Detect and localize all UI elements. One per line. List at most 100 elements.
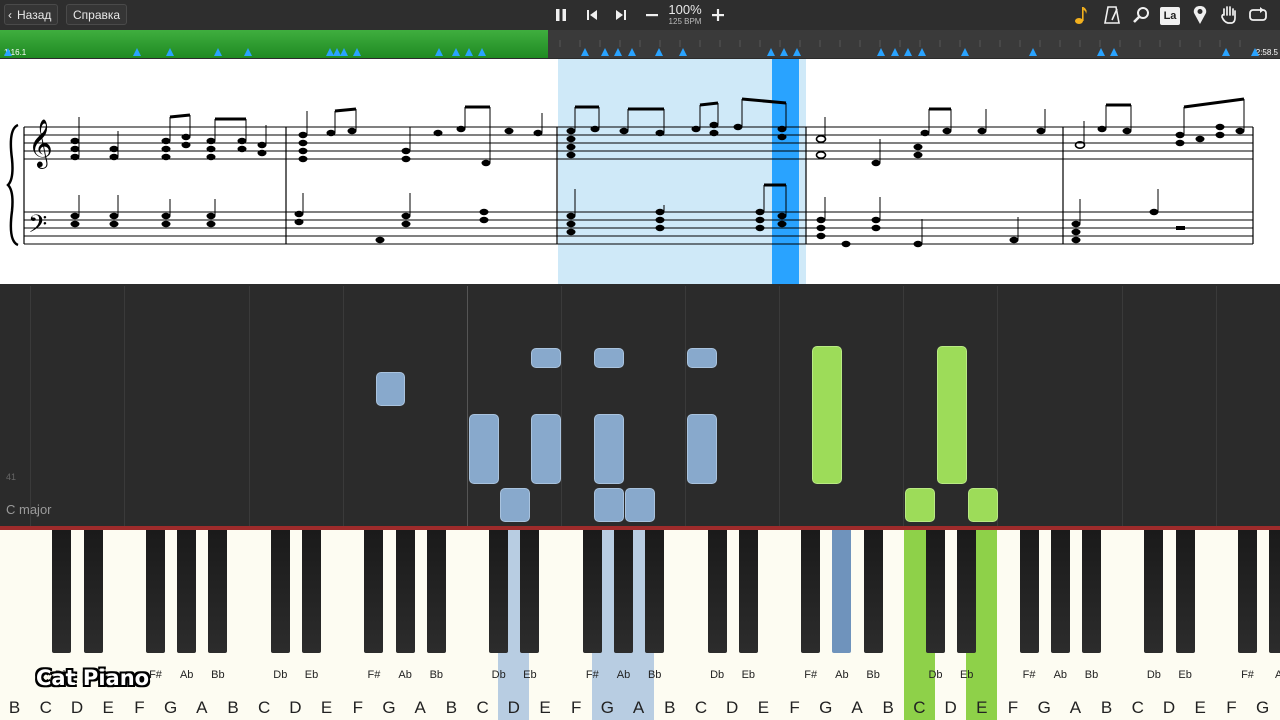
key-label: Ab xyxy=(1053,669,1068,681)
black-key-bb[interactable]: Bb xyxy=(1082,530,1101,681)
pause-icon xyxy=(556,9,566,21)
black-key-ab[interactable]: Ab xyxy=(395,530,415,681)
falling-note xyxy=(531,348,561,368)
key-label: B xyxy=(1100,698,1113,717)
black-key-ab[interactable]: Ab xyxy=(177,530,197,681)
falling-note xyxy=(376,372,405,406)
key-label: F xyxy=(789,698,800,717)
key-label: D xyxy=(507,698,520,717)
falling-note xyxy=(687,414,717,484)
key-label: C xyxy=(694,698,708,717)
key-label: B xyxy=(227,698,239,717)
key-label: A xyxy=(632,698,645,717)
roll-gridline xyxy=(249,286,250,526)
black-key-fsharp[interactable]: F# xyxy=(1019,530,1039,681)
faster-button[interactable] xyxy=(706,3,730,27)
key-label: E xyxy=(976,698,988,717)
sheet-music: 𝄞 𝄢 xyxy=(6,59,1254,284)
black-key-db[interactable]: Db xyxy=(270,530,290,681)
key-label: Db xyxy=(491,669,506,681)
black-key-db[interactable]: Db xyxy=(926,530,945,681)
black-key-bb[interactable]: Bb xyxy=(208,530,228,681)
la-button[interactable]: La xyxy=(1158,3,1182,27)
black-key-fsharp[interactable]: F# xyxy=(364,530,384,681)
key-label: Bb xyxy=(1084,669,1099,681)
black-key-eb[interactable]: Eb xyxy=(83,530,103,681)
black-key-fsharp[interactable]: F# xyxy=(582,530,602,681)
key-label: Ab xyxy=(179,669,194,681)
key-label: Db xyxy=(710,669,725,681)
note-icon xyxy=(1075,7,1087,24)
key-label: F xyxy=(134,698,145,717)
black-key-db[interactable]: Db xyxy=(52,530,72,681)
key-label: G xyxy=(600,698,614,717)
black-key-eb[interactable]: Eb xyxy=(957,530,977,681)
key-label: Db xyxy=(928,669,943,681)
black-key-db[interactable]: Db xyxy=(707,530,727,681)
key-label: C xyxy=(913,698,926,717)
falling-note xyxy=(500,488,530,522)
falling-note xyxy=(905,488,935,522)
black-key-bb[interactable]: Bb xyxy=(426,530,446,681)
key-label: F# xyxy=(367,669,381,681)
key-label: D xyxy=(726,698,739,717)
timeline-ticks xyxy=(559,40,1241,47)
black-key-fsharp[interactable]: F# xyxy=(1238,530,1257,681)
black-key-db[interactable]: Db xyxy=(1144,530,1164,681)
skip-forward-button[interactable] xyxy=(609,3,633,27)
timeline-bar[interactable]: 1:16.1 2:58.5 xyxy=(0,30,1280,58)
black-key-bb[interactable]: Bb xyxy=(645,530,665,681)
skip-back-button[interactable] xyxy=(580,3,604,27)
roll-barline xyxy=(467,286,468,526)
falling-note xyxy=(469,414,499,484)
roll-gridline xyxy=(343,286,344,526)
hand-button[interactable] xyxy=(1217,3,1241,27)
pause-button[interactable] xyxy=(549,3,573,27)
falling-note xyxy=(687,348,717,368)
roll-gridline xyxy=(1122,286,1123,526)
black-key-eb[interactable]: Eb xyxy=(520,530,540,681)
roll-gridline xyxy=(685,286,686,526)
white-key-b[interactable]: B xyxy=(0,530,32,720)
search-button[interactable] xyxy=(1129,3,1153,27)
loop-button[interactable] xyxy=(1246,3,1270,27)
key-label: A xyxy=(196,698,208,717)
plus-icon xyxy=(712,9,724,21)
key-label: D xyxy=(944,698,957,717)
falling-note xyxy=(594,488,624,522)
key-label: B xyxy=(8,698,21,717)
slower-button[interactable] xyxy=(640,3,664,27)
skip-forward-icon xyxy=(616,10,626,20)
black-key-ab[interactable]: Ab xyxy=(1050,530,1070,681)
brace xyxy=(6,123,19,247)
black-key-eb[interactable]: Eb xyxy=(302,530,321,681)
falling-note xyxy=(594,348,624,368)
key-label: G xyxy=(382,698,396,717)
black-key-a[interactable]: A xyxy=(1269,530,1280,681)
help-button[interactable]: Справка xyxy=(66,4,128,25)
key-label: F xyxy=(1226,698,1237,717)
key-signature-label: C major xyxy=(6,502,52,517)
back-button[interactable]: ‹ Назад xyxy=(4,4,59,25)
black-key-db[interactable]: Db xyxy=(489,530,509,681)
key-label: E xyxy=(757,698,770,717)
key-label: D xyxy=(70,698,84,717)
black-key-fsharp[interactable]: F# xyxy=(146,530,165,681)
black-key-ab[interactable]: Ab xyxy=(614,530,633,681)
black-key-eb[interactable]: Eb xyxy=(738,530,758,681)
sheet-music-panel[interactable]: 𝄞 𝄢 xyxy=(0,59,1280,284)
key-label: Bb xyxy=(866,669,880,681)
key-label: C xyxy=(476,698,489,717)
note-button[interactable] xyxy=(1070,3,1094,27)
metronome-button[interactable] xyxy=(1100,3,1124,27)
location-button[interactable] xyxy=(1188,3,1212,27)
falling-note xyxy=(531,414,561,484)
black-key-eb[interactable]: Eb xyxy=(1175,530,1195,681)
key-label: E xyxy=(1194,698,1206,717)
black-key-bb[interactable]: Bb xyxy=(863,530,883,681)
black-key-fsharp[interactable]: F# xyxy=(801,530,821,681)
black-key-ab[interactable]: Ab xyxy=(832,530,852,681)
hand-icon xyxy=(1221,6,1236,24)
key-label: C xyxy=(1131,698,1144,717)
key-label: C xyxy=(39,698,52,717)
